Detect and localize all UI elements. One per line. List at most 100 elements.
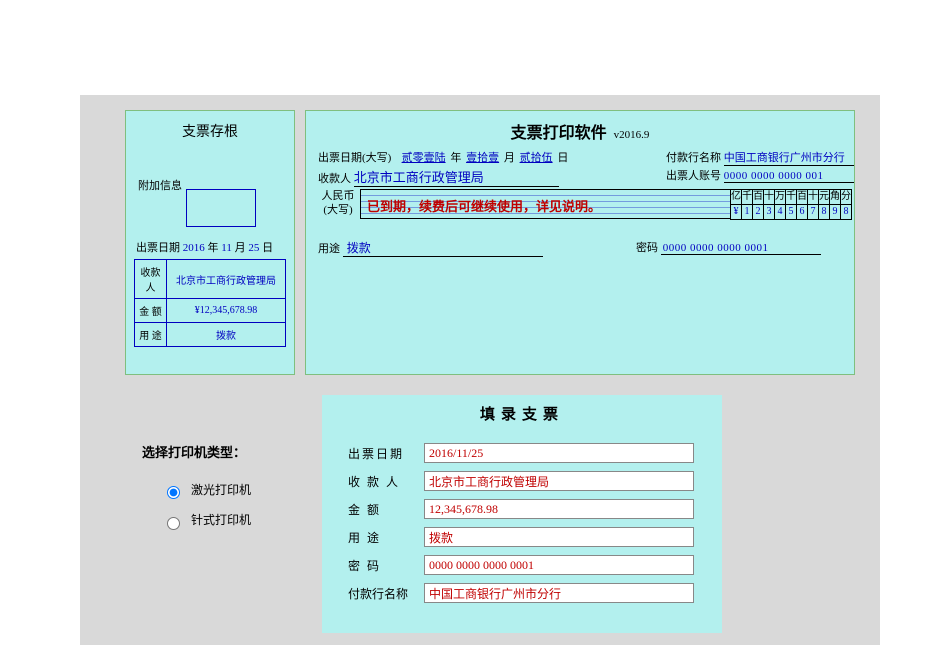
amount-digit-grid: 亿 千 百 十 万 千 百 十 元 角 分 ¥ 1 2 3 4: [730, 189, 852, 220]
cheque-panel: 支票打印软件 v2016.9 出票日期(大写) 贰零壹陆 年 壹拾壹 月 贰拾伍…: [305, 110, 855, 375]
fill-bank-input[interactable]: [424, 583, 694, 603]
table-row: 收 款 人: [342, 468, 700, 494]
digit-val: 4: [775, 205, 786, 220]
use-label: 用途: [318, 243, 340, 255]
fill-payee-label: 收 款 人: [342, 468, 416, 494]
stub-issue-date: 出票日期 2016 年 11 月 25 日: [136, 239, 286, 255]
printer-radio-dot[interactable]: [167, 517, 180, 530]
cheque-title-row: 支票打印软件 v2016.9: [306, 119, 854, 143]
table-row: 付款行名称: [342, 580, 700, 606]
acct-value: 0000 0000 0000 001: [724, 170, 854, 183]
stub-amount-label: 金 额: [135, 299, 167, 323]
digit-head: 千: [742, 190, 753, 205]
digit-val: 6: [797, 205, 808, 220]
stub-additional-info-box[interactable]: [186, 189, 256, 227]
fill-payee-input[interactable]: [424, 471, 694, 491]
digit-val: 7: [808, 205, 819, 220]
fill-form-title: 填录支票: [322, 395, 722, 432]
stub-month-unit: 月: [235, 242, 246, 254]
table-row: 用 途: [342, 524, 700, 550]
table-row: 出票日期: [342, 440, 700, 466]
digit-head: 万: [775, 190, 786, 205]
digit-val: 8: [841, 205, 852, 220]
cheque-year-cn: 贰零壹陆: [402, 152, 446, 164]
bank-label: 付款行名称: [666, 152, 721, 164]
stub-use-value: 拨款: [167, 323, 286, 347]
fill-use-label: 用 途: [342, 524, 416, 550]
stub-title: 支票存根: [126, 111, 294, 159]
digit-head: 亿: [731, 190, 742, 205]
table-row: 用 途 拨款: [135, 323, 286, 347]
fill-bank-label: 付款行名称: [342, 580, 416, 606]
cheque-day-cn: 贰拾伍: [520, 152, 553, 164]
stub-info-table: 收款人 北京市工商行政管理局 金 额 ¥12,345,678.98 用 途 拨款: [134, 259, 286, 347]
stub-use-label: 用 途: [135, 323, 167, 347]
stub-day-unit: 日: [262, 242, 273, 254]
table-row: 密 码: [342, 552, 700, 578]
digit-head: 十: [808, 190, 819, 205]
digit-head: 十: [764, 190, 775, 205]
fill-form-table: 出票日期 收 款 人 金 额 用 途 密 码 付款行名称: [340, 438, 702, 608]
day-unit: 日: [557, 152, 568, 164]
table-row: 金 额 ¥12,345,678.98: [135, 299, 286, 323]
cheque-use-row: 用途 拨款: [318, 239, 543, 257]
digit-header-row: 亿 千 百 十 万 千 百 十 元 角 分: [731, 190, 852, 205]
year-unit: 年: [450, 152, 461, 164]
cheque-payee-row: 收款人 北京市工商行政管理局: [318, 167, 559, 187]
printer-radio-laser[interactable]: [167, 486, 180, 499]
printer-dot-label: 针式打印机: [191, 513, 251, 527]
stub-date-year: 2016: [183, 242, 205, 254]
printer-select-panel: 选择打印机类型： 激光打印机 针式打印机: [142, 442, 312, 542]
digit-val: ¥: [731, 205, 742, 220]
fill-pwd-input[interactable]: [424, 555, 694, 575]
digit-head: 百: [753, 190, 764, 205]
stub-date-label: 出票日期: [136, 242, 180, 254]
printer-select-title: 选择打印机类型：: [142, 442, 312, 461]
stub-year-unit: 年: [208, 242, 219, 254]
acct-label: 出票人账号: [666, 170, 721, 182]
digit-head: 角: [830, 190, 841, 205]
fill-amount-label: 金 额: [342, 496, 416, 522]
digit-val: 5: [786, 205, 797, 220]
cheque-acct-row: 出票人账号 0000 0000 0000 001: [666, 167, 854, 183]
fill-date-label: 出票日期: [342, 440, 416, 466]
digit-val: 3: [764, 205, 775, 220]
rmb-label: 人民币 (大写): [318, 189, 358, 217]
pwd-label: 密码: [636, 242, 658, 254]
fill-amount-input[interactable]: [424, 499, 694, 519]
bank-value: 中国工商银行广州市分行: [724, 149, 854, 166]
digit-head: 元: [819, 190, 830, 205]
stub-date-day: 25: [248, 242, 259, 254]
fill-form-panel: 填录支票 出票日期 收 款 人 金 额 用 途 密 码: [322, 395, 722, 633]
table-row: 收款人 北京市工商行政管理局: [135, 260, 286, 299]
rmb-label-line2: (大写): [318, 203, 358, 217]
expired-notice: 已到期，续费后可继续使用，详见说明。: [367, 196, 724, 215]
cheque-stub-panel: 支票存根 附加信息 出票日期 2016 年 11 月 25 日 收款人 北京市工…: [125, 110, 295, 375]
use-value: 拨款: [343, 239, 543, 257]
digit-val: 1: [742, 205, 753, 220]
digit-val: 8: [819, 205, 830, 220]
cheque-month-cn: 壹拾壹: [466, 152, 499, 164]
cheque-title: 支票打印软件: [511, 125, 607, 142]
stub-amount-value: ¥12,345,678.98: [167, 299, 286, 323]
month-unit: 月: [504, 152, 515, 164]
printer-option-dot[interactable]: 针式打印机: [162, 511, 312, 529]
fill-pwd-label: 密 码: [342, 552, 416, 578]
digit-val: 2: [753, 205, 764, 220]
digit-head: 百: [797, 190, 808, 205]
fill-use-input[interactable]: [424, 527, 694, 547]
digit-val: 9: [830, 205, 841, 220]
digit-value-row: ¥ 1 2 3 4 5 6 7 8 9 8: [731, 205, 852, 220]
pwd-value: 0000 0000 0000 0001: [661, 242, 821, 255]
printer-laser-label: 激光打印机: [191, 483, 251, 497]
fill-date-input[interactable]: [424, 443, 694, 463]
payee-value: 北京市工商行政管理局: [354, 167, 559, 187]
rmb-text-box: 已到期，续费后可继续使用，详见说明。: [360, 189, 730, 219]
stub-payee-label: 收款人: [135, 260, 167, 299]
cheque-version: v2016.9: [614, 129, 650, 141]
payee-label: 收款人: [318, 173, 351, 185]
digit-head: 分: [841, 190, 852, 205]
table-row: 金 额: [342, 496, 700, 522]
printer-option-laser[interactable]: 激光打印机: [162, 481, 312, 499]
cheque-pwd-row: 密码 0000 0000 0000 0001: [636, 239, 821, 255]
